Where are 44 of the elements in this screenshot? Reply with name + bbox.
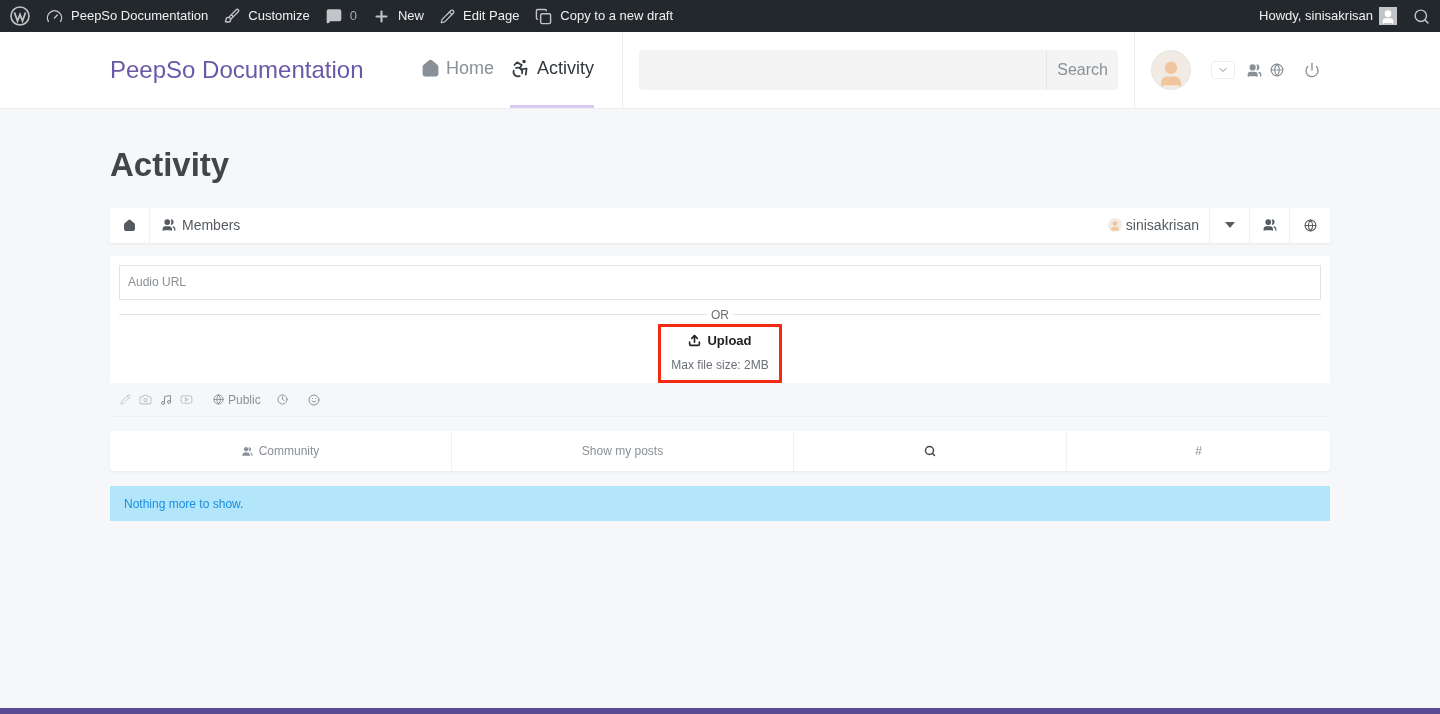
upload-icon — [688, 333, 702, 347]
account-link[interactable]: Howdy, sinisakrisan — [1259, 6, 1373, 26]
video-icon[interactable] — [180, 393, 193, 406]
copy-icon — [535, 7, 553, 25]
max-file-size: Max file size: 2MB — [671, 357, 769, 374]
smile-icon[interactable] — [307, 393, 320, 406]
globe-icon — [213, 394, 224, 405]
upload-button[interactable]: Upload — [688, 330, 752, 350]
members-icon — [162, 218, 176, 232]
avatar-icon — [1107, 218, 1122, 232]
user-link[interactable]: sinisakrisan — [1097, 207, 1210, 243]
plus-icon — [372, 7, 390, 25]
dropdown-button[interactable] — [1211, 61, 1235, 79]
comment-icon — [325, 8, 342, 24]
notice-banner: Nothing more to show. — [110, 486, 1330, 521]
nav-link[interactable]: Activity — [510, 32, 595, 108]
members-icon[interactable] — [1247, 62, 1262, 78]
user-avatar-icon — [1379, 7, 1397, 25]
members-link[interactable]: Members — [150, 207, 253, 243]
admin-bar-item[interactable]: Customize — [224, 0, 326, 32]
camera-icon[interactable] — [139, 393, 152, 406]
admin-bar-item[interactable]: 0 — [325, 0, 373, 32]
filter-tab[interactable]: # — [1066, 431, 1330, 471]
home-icon — [123, 218, 136, 232]
pencil-icon — [440, 8, 455, 24]
search-icon[interactable] — [1413, 7, 1430, 25]
community-icon — [241, 445, 253, 457]
wordpress-logo-icon[interactable] — [10, 6, 30, 26]
or-separator: OR — [710, 306, 730, 324]
globe-icon[interactable] — [1270, 63, 1284, 77]
logout-icon[interactable] — [1304, 62, 1320, 78]
site-title[interactable]: PeepSo Documentation — [110, 32, 421, 108]
home-icon — [421, 59, 440, 78]
music-icon[interactable] — [160, 393, 172, 406]
audio-url-field[interactable]: Audio URL — [119, 264, 1321, 300]
admin-bar-item[interactable]: Edit Page — [440, 0, 536, 32]
admin-bar-item[interactable]: Copy to a new draft — [535, 0, 690, 32]
dashboard-icon — [46, 7, 63, 25]
profile-avatar[interactable] — [1151, 50, 1191, 90]
clock-icon[interactable] — [276, 394, 288, 405]
admin-bar-item[interactable]: PeepSo Documentation — [46, 0, 225, 32]
admin-bar-item[interactable]: New — [372, 0, 440, 32]
brush-icon — [224, 8, 241, 24]
page-title: Activity — [110, 145, 231, 185]
